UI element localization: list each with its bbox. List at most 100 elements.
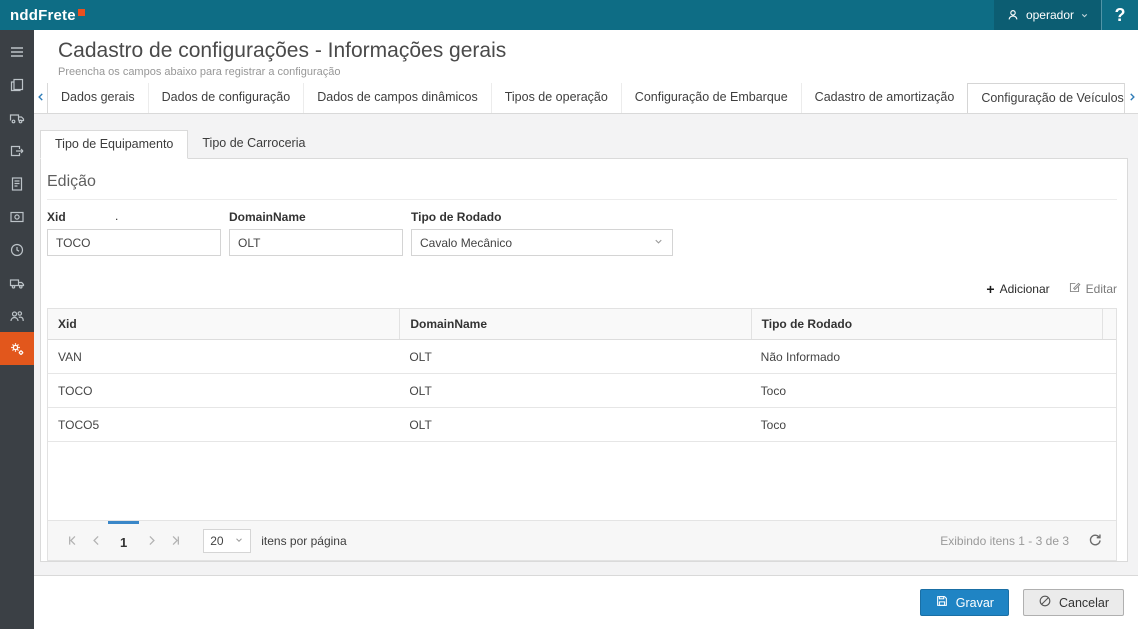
- tabs-scroll-left-button[interactable]: [34, 83, 48, 113]
- sidebar-item-truck[interactable]: [0, 101, 34, 134]
- tab-campos-dinamicos[interactable]: Dados de campos dinâmicos: [303, 83, 491, 113]
- tab-dados-gerais[interactable]: Dados gerais: [48, 83, 148, 113]
- user-icon: [1006, 8, 1020, 22]
- gears-icon: [9, 341, 25, 357]
- sidebar-item-export[interactable]: [0, 134, 34, 167]
- items-per-page-label: itens por página: [261, 534, 346, 548]
- section-title: Edição: [47, 165, 1117, 200]
- field-domainname: DomainName: [229, 210, 403, 256]
- edit-button-label: Editar: [1086, 282, 1117, 296]
- pagination-bar: 1 20: [48, 520, 1116, 560]
- field-xid: Xid: [47, 210, 221, 256]
- scrollbar-spacer: [1102, 309, 1116, 339]
- users-icon: [9, 308, 25, 324]
- tipo-rodado-selected-value: Cavalo Mecânico: [420, 236, 512, 250]
- field-tipo-rodado: Tipo de Rodado Cavalo Mecânico: [411, 210, 673, 256]
- cell-domainname: OLT: [399, 408, 750, 441]
- brand-mark-icon: [78, 9, 85, 16]
- cell-domainname: OLT: [399, 374, 750, 407]
- first-page-button[interactable]: [60, 529, 84, 553]
- cell-xid: TOCO: [48, 374, 399, 407]
- table-row[interactable]: TOCO OLT Toco: [48, 374, 1116, 408]
- tabs-viewport: Dados gerais Dados de configuração Dados…: [48, 83, 1124, 113]
- column-header-domainname[interactable]: DomainName: [399, 309, 750, 339]
- domainname-input[interactable]: [229, 229, 403, 256]
- chevron-right-icon: [1127, 91, 1137, 106]
- help-button[interactable]: ?: [1102, 0, 1138, 30]
- edit-pencil-icon: [1068, 281, 1081, 297]
- subtabstrip: Tipo de Equipamento Tipo de Carroceria: [40, 130, 1128, 158]
- sidebar-item-document[interactable]: [0, 167, 34, 200]
- table-row[interactable]: TOCO5 OLT Toco: [48, 408, 1116, 442]
- tab-dados-configuracao[interactable]: Dados de configuração: [148, 83, 304, 113]
- last-page-button[interactable]: [163, 529, 187, 553]
- brand-logo: nddFrete: [0, 7, 85, 24]
- column-header-tipo-rodado[interactable]: Tipo de Rodado: [751, 309, 1102, 339]
- page-subtitle: Preencha os campos abaixo para registrar…: [58, 66, 1138, 78]
- sidebar: [0, 30, 34, 629]
- menu-icon: [9, 44, 25, 60]
- vehicles-grid: Xid DomainName Tipo de Rodado VAN OLT Nã…: [47, 308, 1117, 561]
- next-page-button[interactable]: [139, 529, 163, 553]
- cell-xid: VAN: [48, 340, 399, 373]
- money-box-icon: [9, 209, 25, 225]
- add-button[interactable]: + Adicionar: [986, 282, 1049, 296]
- cell-tipo-rodado: Não Informado: [751, 340, 1102, 373]
- document-icon: [9, 176, 25, 192]
- tab-config-embarque[interactable]: Configuração de Embarque: [621, 83, 801, 113]
- user-menu[interactable]: operador: [994, 0, 1101, 30]
- cancel-circle-icon: [1038, 594, 1052, 611]
- subtab-tipo-equipamento[interactable]: Tipo de Equipamento: [40, 130, 188, 159]
- tab-cadastro-amortizacao[interactable]: Cadastro de amortização: [801, 83, 968, 113]
- column-header-xid[interactable]: Xid: [48, 309, 399, 339]
- grid-body: VAN OLT Não Informado TOCO OLT Toco TOCO…: [48, 340, 1116, 520]
- sidebar-item-cargo-truck[interactable]: [0, 266, 34, 299]
- cell-tipo-rodado: Toco: [751, 408, 1102, 441]
- cancel-button-label: Cancelar: [1059, 596, 1109, 610]
- export-icon: [9, 143, 25, 159]
- domainname-label: DomainName: [229, 210, 403, 224]
- chevron-left-icon: [36, 91, 46, 106]
- stray-dot: .: [115, 209, 118, 223]
- page-size-select[interactable]: 20: [203, 529, 251, 553]
- edit-button[interactable]: Editar: [1068, 281, 1117, 297]
- sidebar-item-menu[interactable]: [0, 35, 34, 68]
- footer-actions: Gravar Cancelar: [34, 575, 1138, 629]
- topbar: nddFrete operador ?: [0, 0, 1138, 30]
- tipo-rodado-select[interactable]: Cavalo Mecânico: [411, 229, 673, 256]
- sidebar-item-settings[interactable]: [0, 332, 34, 365]
- save-button[interactable]: Gravar: [920, 589, 1009, 616]
- plus-icon: +: [986, 282, 994, 296]
- cargo-truck-icon: [9, 275, 25, 291]
- brand-text: nddFrete: [10, 7, 76, 24]
- subtab-tipo-carroceria[interactable]: Tipo de Carroceria: [188, 130, 319, 158]
- page-title: Cadastro de configurações - Informações …: [58, 38, 1138, 64]
- xid-input[interactable]: [47, 229, 221, 256]
- page-size-chevron-down-icon: [234, 534, 244, 548]
- sidebar-item-users[interactable]: [0, 299, 34, 332]
- cell-spacer: [1102, 374, 1122, 407]
- tabs-scroll-right-button[interactable]: [1124, 83, 1138, 113]
- add-button-label: Adicionar: [1000, 282, 1050, 296]
- tab-tipos-operacao[interactable]: Tipos de operação: [491, 83, 621, 113]
- current-page[interactable]: 1: [108, 521, 139, 561]
- sidebar-item-money[interactable]: [0, 200, 34, 233]
- copy-icon: [9, 77, 25, 93]
- refresh-button[interactable]: [1087, 532, 1102, 550]
- cell-tipo-rodado: Toco: [751, 374, 1102, 407]
- truck-icon: [9, 110, 25, 126]
- sidebar-item-money-clock[interactable]: [0, 233, 34, 266]
- previous-page-button[interactable]: [84, 529, 108, 553]
- cell-spacer: [1102, 340, 1122, 373]
- cancel-button[interactable]: Cancelar: [1023, 589, 1124, 616]
- tab-config-veiculos[interactable]: Configuração de Veículos: [967, 83, 1124, 113]
- save-button-label: Gravar: [956, 596, 994, 610]
- content-area: Tipo de Equipamento Tipo de Carroceria E…: [34, 114, 1138, 575]
- table-row[interactable]: VAN OLT Não Informado: [48, 340, 1116, 374]
- grid-toolbar: + Adicionar Editar: [47, 276, 1117, 302]
- money-clock-icon: [9, 242, 25, 258]
- sidebar-item-copy[interactable]: [0, 68, 34, 101]
- page-header: Cadastro de configurações - Informações …: [34, 30, 1138, 83]
- pager-status: Exibindo itens 1 - 3 de 3: [940, 534, 1069, 548]
- cell-domainname: OLT: [399, 340, 750, 373]
